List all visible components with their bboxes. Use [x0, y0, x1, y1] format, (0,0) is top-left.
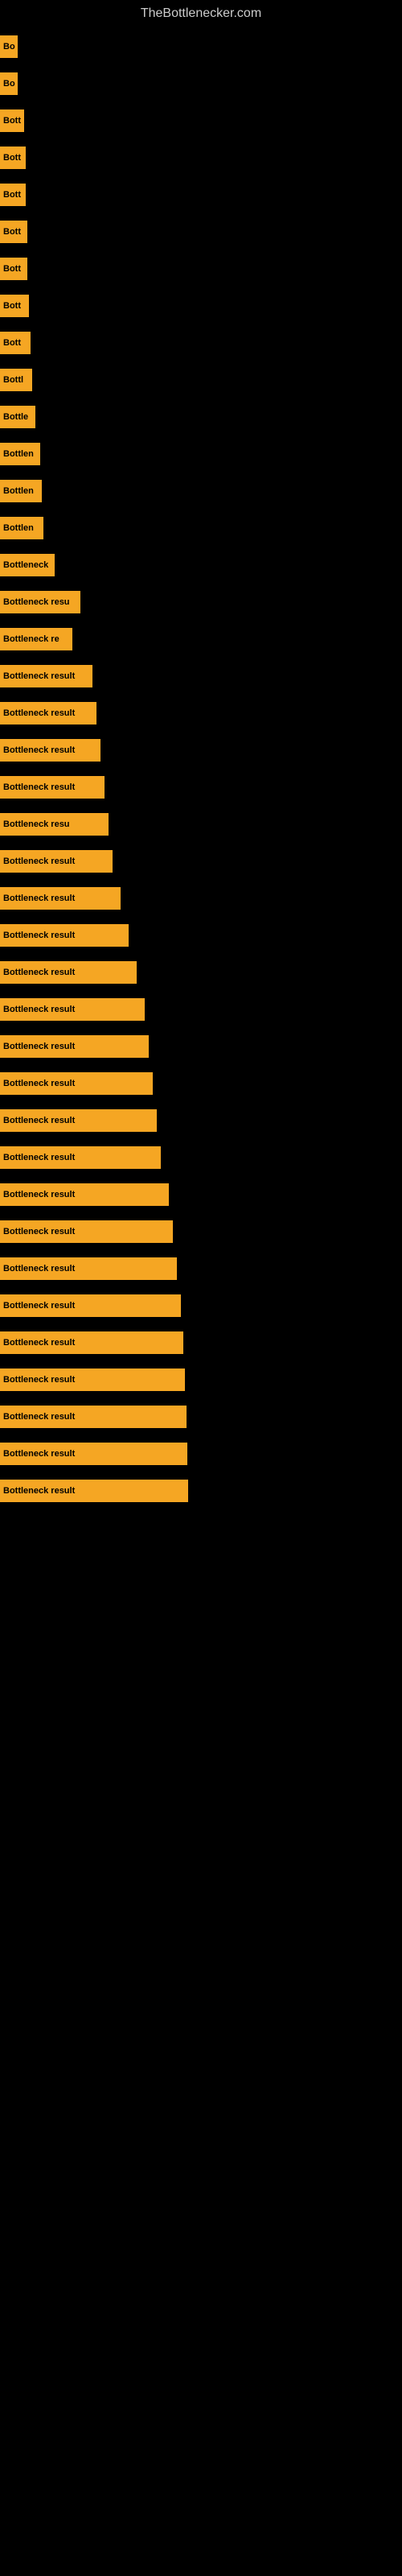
bar-row: Bottleneck result: [0, 1406, 402, 1428]
bar-item: Bottleneck result: [0, 665, 92, 687]
bar-row: Bottleneck result: [0, 702, 402, 724]
bar-row: Bott: [0, 147, 402, 169]
bar-row: Bott: [0, 184, 402, 206]
bar-item: Bottleneck result: [0, 1109, 157, 1132]
bar-item: Bott: [0, 147, 26, 169]
bar-row: Bottleneck result: [0, 739, 402, 762]
bar-row: Bottlen: [0, 517, 402, 539]
bar-item: Bottleneck result: [0, 1146, 161, 1169]
bar-row: Bottleneck resu: [0, 591, 402, 613]
bar-row: Bottleneck result: [0, 1368, 402, 1391]
bar-item: Bottleneck result: [0, 850, 113, 873]
bar-item: Bottleneck result: [0, 739, 100, 762]
bar-row: Bottlen: [0, 480, 402, 502]
bar-item: Bottleneck result: [0, 1406, 187, 1428]
bar-item: Bottleneck resu: [0, 813, 109, 836]
bar-row: Bottleneck re: [0, 628, 402, 650]
bar-item: Bottleneck result: [0, 1368, 185, 1391]
bar-item: Bottleneck result: [0, 702, 96, 724]
bar-item: Bo: [0, 35, 18, 58]
bar-row: Bottleneck result: [0, 1220, 402, 1243]
bar-row: Bottleneck: [0, 554, 402, 576]
bar-row: Bottleneck result: [0, 1035, 402, 1058]
bar-item: Bottleneck result: [0, 1220, 173, 1243]
bar-item: Bottleneck result: [0, 1035, 149, 1058]
bar-item: Bottleneck: [0, 554, 55, 576]
bar-item: Bottleneck result: [0, 1257, 177, 1280]
bar-row: Bottleneck result: [0, 1183, 402, 1206]
bar-row: Bottl: [0, 369, 402, 391]
bar-row: Bott: [0, 109, 402, 132]
bar-item: Bott: [0, 332, 31, 354]
bar-item: Bottl: [0, 369, 32, 391]
bar-item: Bott: [0, 258, 27, 280]
bar-item: Bottlen: [0, 517, 43, 539]
bar-item: Bottleneck re: [0, 628, 72, 650]
bar-item: Bottleneck result: [0, 1183, 169, 1206]
bar-row: Bottleneck result: [0, 1294, 402, 1317]
bar-item: Bottleneck result: [0, 961, 137, 984]
bar-row: Bott: [0, 295, 402, 317]
bar-item: Bottleneck result: [0, 1480, 188, 1502]
bar-row: Bottlen: [0, 443, 402, 465]
bar-row: Bottleneck result: [0, 1072, 402, 1095]
bar-item: Bottleneck result: [0, 998, 145, 1021]
bar-item: Bottleneck result: [0, 1072, 153, 1095]
bar-item: Bottleneck result: [0, 887, 121, 910]
bar-row: Bottleneck result: [0, 665, 402, 687]
bar-row: Bottleneck result: [0, 998, 402, 1021]
bar-row: Bottleneck result: [0, 1146, 402, 1169]
bar-row: Bottleneck result: [0, 1331, 402, 1354]
bar-item: Bottleneck result: [0, 776, 105, 799]
bar-item: Bottleneck result: [0, 1331, 183, 1354]
bar-item: Bott: [0, 184, 26, 206]
bar-item: Bottle: [0, 406, 35, 428]
bar-row: Bottleneck result: [0, 1109, 402, 1132]
bar-item: Bott: [0, 295, 29, 317]
bar-row: Bott: [0, 258, 402, 280]
bar-row: Bottleneck resu: [0, 813, 402, 836]
bar-item: Bott: [0, 109, 24, 132]
bar-row: Bottleneck result: [0, 887, 402, 910]
bar-row: Bott: [0, 221, 402, 243]
site-title: TheBottlenecker.com: [0, 0, 402, 27]
bar-row: Bottleneck result: [0, 924, 402, 947]
bar-item: Bott: [0, 221, 27, 243]
bar-row: Bottleneck result: [0, 1257, 402, 1280]
bar-item: Bottlen: [0, 443, 40, 465]
bar-item: Bo: [0, 72, 18, 95]
bar-row: Bott: [0, 332, 402, 354]
bars-container: Bo Bo Bott Bott Bott Bott Bott Bott Bott Bottl Bot…: [0, 27, 402, 1517]
bar-row: Bottle: [0, 406, 402, 428]
bar-row: Bottleneck result: [0, 850, 402, 873]
bar-item: Bottleneck result: [0, 1443, 187, 1465]
bar-row: Bo: [0, 72, 402, 95]
bar-item: Bottleneck resu: [0, 591, 80, 613]
bar-item: Bottleneck result: [0, 924, 129, 947]
bar-row: Bo: [0, 35, 402, 58]
bar-row: Bottleneck result: [0, 1480, 402, 1502]
bar-item: Bottlen: [0, 480, 42, 502]
bar-row: Bottleneck result: [0, 961, 402, 984]
bar-row: Bottleneck result: [0, 1443, 402, 1465]
bar-item: Bottleneck result: [0, 1294, 181, 1317]
bar-row: Bottleneck result: [0, 776, 402, 799]
